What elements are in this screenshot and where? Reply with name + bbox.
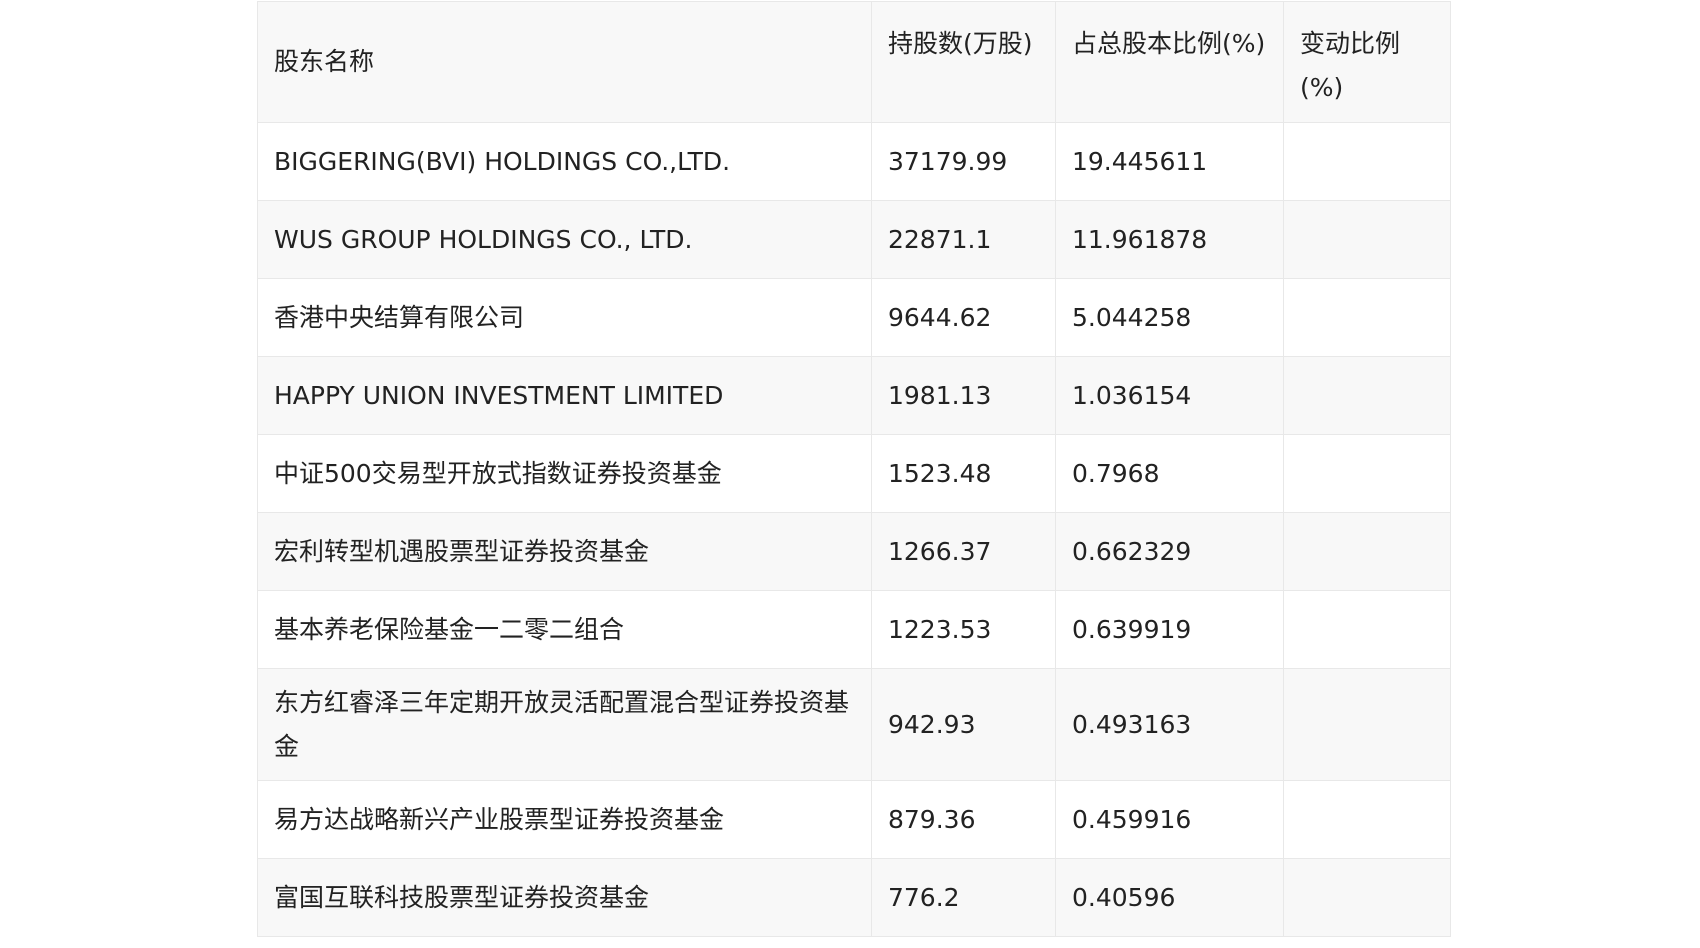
cell-share-ratio: 19.445611 [1055,122,1284,201]
cell-shares-held: 776.2 [871,858,1056,937]
table-row: 富国互联科技股票型证券投资基金 776.2 0.40596 [257,858,1451,937]
cell-shares-held: 1981.13 [871,356,1056,435]
header-shares-held: 持股数(万股) [871,1,1056,123]
table-header: 股东名称 持股数(万股) 占总股本比例(%) 变动比例(%) [257,1,1451,123]
header-share-ratio: 占总股本比例(%) [1055,1,1284,123]
table-row: HAPPY UNION INVESTMENT LIMITED 1981.13 1.0… [257,356,1451,435]
table-row: 宏利转型机遇股票型证券投资基金 1266.37 0.662329 [257,512,1451,591]
cell-change-ratio [1283,590,1451,669]
table-body: BIGGERING(BVI) HOLDINGS CO.,LTD. 37179.99… [257,122,1451,937]
cell-shares-held: 1266.37 [871,512,1056,591]
cell-change-ratio [1283,858,1451,937]
cell-shareholder-name: 中证500交易型开放式指数证券投资基金 [257,434,872,513]
header-change-ratio: 变动比例(%) [1283,1,1451,123]
cell-shareholder-name: 富国互联科技股票型证券投资基金 [257,858,872,937]
header-shareholder-name: 股东名称 [257,1,872,123]
cell-shareholder-name: 宏利转型机遇股票型证券投资基金 [257,512,872,591]
cell-shares-held: 879.36 [871,780,1056,859]
cell-shareholder-name: BIGGERING(BVI) HOLDINGS CO.,LTD. [257,122,872,201]
shareholder-table-container: 股东名称 持股数(万股) 占总股本比例(%) 变动比例(%) BIGGERING… [257,1,1451,937]
cell-share-ratio: 0.662329 [1055,512,1284,591]
cell-shares-held: 942.93 [871,668,1056,781]
cell-change-ratio [1283,122,1451,201]
table-row: 基本养老保险基金一二零二组合 1223.53 0.639919 [257,590,1451,669]
cell-share-ratio: 0.459916 [1055,780,1284,859]
cell-shareholder-name: 东方红睿泽三年定期开放灵活配置混合型证券投资基金 [257,668,872,781]
table-row: 东方红睿泽三年定期开放灵活配置混合型证券投资基金 942.93 0.493163 [257,668,1451,781]
header-row: 股东名称 持股数(万股) 占总股本比例(%) 变动比例(%) [257,1,1451,123]
cell-change-ratio [1283,278,1451,357]
cell-shares-held: 1523.48 [871,434,1056,513]
cell-shareholder-name: 香港中央结算有限公司 [257,278,872,357]
table-row: 香港中央结算有限公司 9644.62 5.044258 [257,278,1451,357]
cell-shareholder-name: 基本养老保险基金一二零二组合 [257,590,872,669]
cell-shares-held: 22871.1 [871,200,1056,279]
cell-change-ratio [1283,780,1451,859]
cell-shares-held: 9644.62 [871,278,1056,357]
cell-shares-held: 1223.53 [871,590,1056,669]
table-row: WUS GROUP HOLDINGS CO., LTD. 22871.1 11.96… [257,200,1451,279]
table-row: BIGGERING(BVI) HOLDINGS CO.,LTD. 37179.99… [257,122,1451,201]
shareholder-table: 股东名称 持股数(万股) 占总股本比例(%) 变动比例(%) BIGGERING… [257,1,1451,937]
cell-share-ratio: 0.40596 [1055,858,1284,937]
cell-shares-held: 37179.99 [871,122,1056,201]
cell-change-ratio [1283,668,1451,781]
cell-shareholder-name: 易方达战略新兴产业股票型证券投资基金 [257,780,872,859]
cell-change-ratio [1283,434,1451,513]
cell-share-ratio: 5.044258 [1055,278,1284,357]
cell-change-ratio [1283,512,1451,591]
table-row: 易方达战略新兴产业股票型证券投资基金 879.36 0.459916 [257,780,1451,859]
cell-change-ratio [1283,356,1451,435]
cell-share-ratio: 0.7968 [1055,434,1284,513]
cell-change-ratio [1283,200,1451,279]
cell-share-ratio: 11.961878 [1055,200,1284,279]
table-row: 中证500交易型开放式指数证券投资基金 1523.48 0.7968 [257,434,1451,513]
cell-share-ratio: 0.493163 [1055,668,1284,781]
cell-shareholder-name: HAPPY UNION INVESTMENT LIMITED [257,356,872,435]
cell-shareholder-name: WUS GROUP HOLDINGS CO., LTD. [257,200,872,279]
cell-share-ratio: 1.036154 [1055,356,1284,435]
cell-share-ratio: 0.639919 [1055,590,1284,669]
